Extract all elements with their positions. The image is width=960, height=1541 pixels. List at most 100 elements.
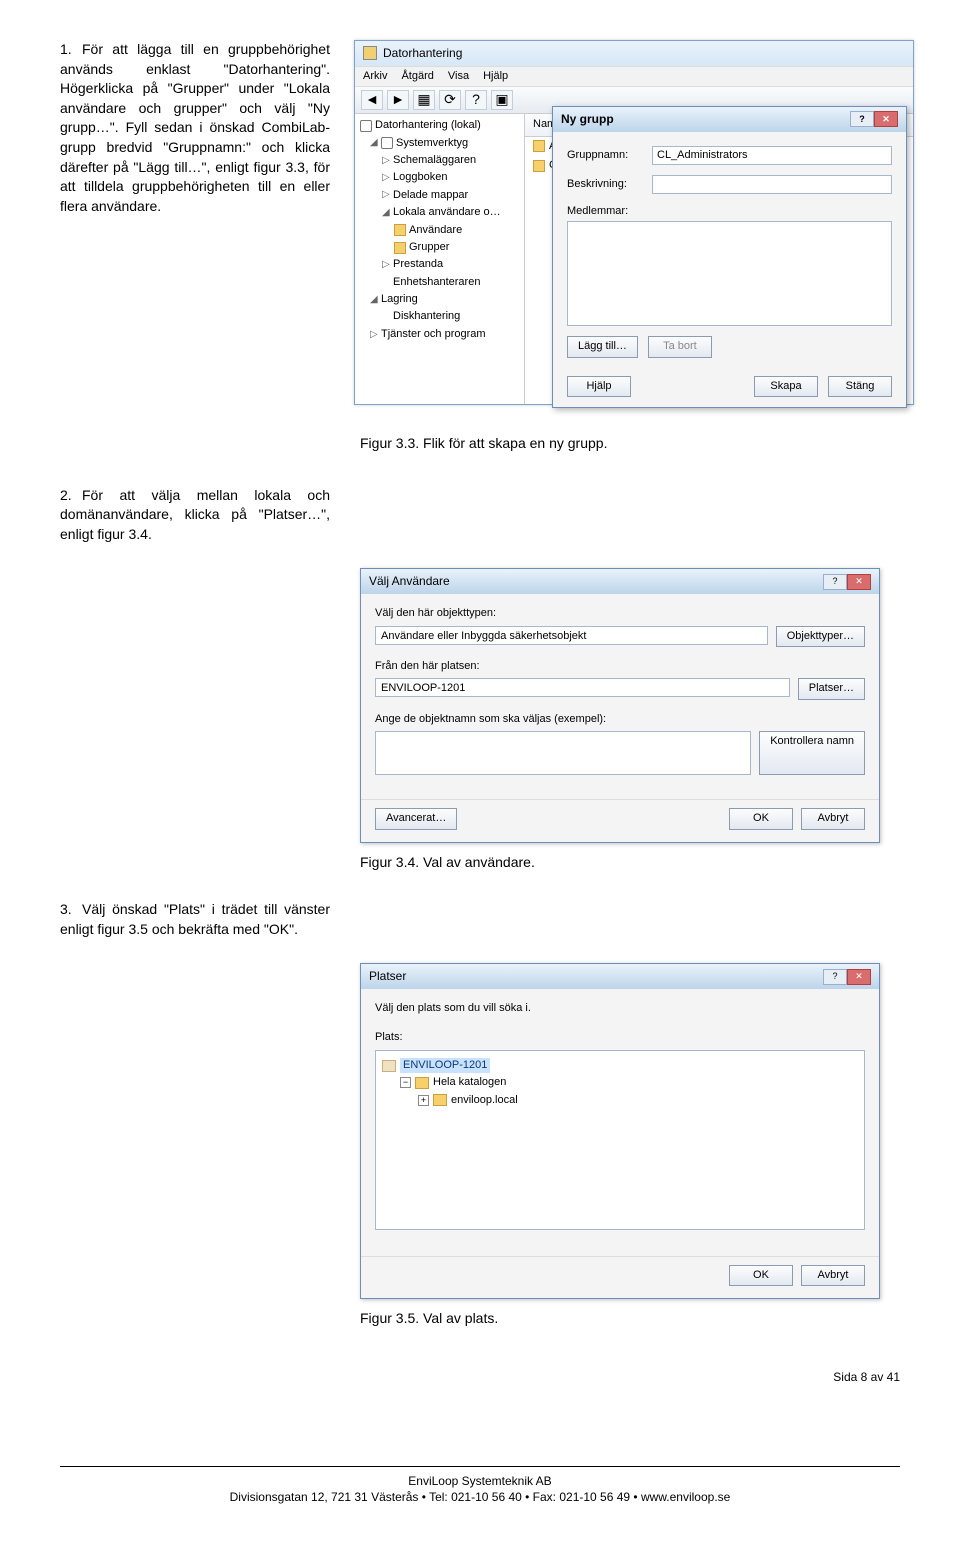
app-icon [363,46,377,60]
expand-icon[interactable]: ◢ [370,293,378,307]
toolbar-back-icon[interactable]: ◄ [361,90,383,110]
ok-button[interactable]: OK [729,1265,793,1286]
from-location-label: Från den här platsen: [375,659,865,674]
menu-bar: Arkiv Åtgärd Visa Hjälp [355,66,913,87]
toolbar-action-icon[interactable]: ▣ [491,90,513,110]
folder-icon [415,1077,429,1089]
figure-3-4-caption: Figur 3.4. Val av användare. [360,853,900,873]
page-number: Sida 8 av 41 [60,1369,900,1386]
dialog-title: Välj Användare [369,573,450,590]
help-button[interactable]: ? [850,111,874,127]
toolbar-fwd-icon[interactable]: ► [387,90,409,110]
step-3-body: Välj önskad "Plats" i trädet till vänste… [60,901,330,937]
step-2-body: För att välja mellan lokala och domänanv… [60,487,330,542]
step-1-body: För att lägga till en gruppbehörighet an… [60,41,330,214]
step-1-num: 1. [60,40,82,60]
close-button[interactable]: Stäng [828,376,892,397]
menu-hjalp[interactable]: Hjälp [483,69,508,84]
help-button[interactable]: ? [823,969,847,985]
tree-prestanda[interactable]: Prestanda [393,257,443,272]
locations-button[interactable]: Platser… [798,678,865,699]
folder-icon [394,242,406,254]
menu-visa[interactable]: Visa [448,69,469,84]
new-group-dialog: Ny grupp ? ✕ Gruppnamn: CL_Administrator… [552,106,907,408]
plats-label: Plats: [375,1030,865,1045]
expand-icon[interactable]: ◢ [382,206,390,220]
close-button[interactable]: ✕ [847,969,871,985]
members-label: Medlemmar: [567,204,892,219]
expand-icon[interactable]: ◢ [370,136,378,150]
object-types-button[interactable]: Objekttyper… [776,626,865,647]
select-users-dialog: Välj Användare ? ✕ Välj den här objektty… [360,568,880,842]
window-titlebar: Datorhantering [355,41,913,66]
check-names-button[interactable]: Kontrollera namn [759,731,865,775]
footer-address: Divisionsgatan 12, 721 31 Västerås • Tel… [60,1489,900,1506]
advanced-button[interactable]: Avancerat… [375,808,457,829]
tree-schemalaggaren[interactable]: Schemaläggaren [393,153,476,168]
page-footer: EnviLoop Systemteknik AB Divisionsgatan … [60,1466,900,1507]
objectnames-label: Ange de objektnamn som ska väljas (exemp… [375,712,865,727]
folder-icon [533,160,545,172]
locations-tree[interactable]: ENVILOOP-1201 − Hela katalogen + enviloop.… [375,1050,865,1230]
expand-icon[interactable]: ▷ [382,188,390,202]
tree-nav[interactable]: Datorhantering (lokal) ◢Systemverktyg ▷S… [355,114,525,404]
menu-arkiv[interactable]: Arkiv [363,69,387,84]
tree-node-3[interactable]: enviloop.local [451,1093,518,1108]
toolbar-folder-icon[interactable]: ▦ [413,90,435,110]
close-button[interactable]: ✕ [847,574,871,590]
expand-icon[interactable]: ▷ [382,154,390,168]
cancel-button[interactable]: Avbryt [801,1265,865,1286]
step-2-num: 2. [60,486,82,506]
tree-anvandare[interactable]: Användare [409,223,462,238]
help-button[interactable]: ? [823,574,847,590]
computer-icon [382,1060,396,1072]
objectnames-textarea[interactable] [375,731,751,775]
from-location-field: ENVILOOP-1201 [375,678,790,697]
ok-button[interactable]: OK [729,808,793,829]
tree-delade[interactable]: Delade mappar [393,188,468,203]
collapse-icon[interactable]: − [400,1077,411,1088]
close-button[interactable]: ✕ [874,111,898,127]
step-2-text: 2.För att välja mellan lokala och domäna… [60,486,330,545]
tree-root[interactable]: Datorhantering (lokal) [375,118,481,133]
tree-node-1[interactable]: ENVILOOP-1201 [400,1058,490,1073]
add-button[interactable]: Lägg till… [567,336,638,357]
description-input[interactable] [652,175,892,194]
tree-icon [381,137,393,149]
expand-icon[interactable]: ▷ [370,328,378,342]
members-listbox[interactable] [567,221,892,326]
help-button[interactable]: Hjälp [567,376,631,397]
tree-disk[interactable]: Diskhantering [393,309,460,324]
cancel-button[interactable]: Avbryt [801,808,865,829]
object-type-label: Välj den här objekttypen: [375,606,865,621]
tree-node-2[interactable]: Hela katalogen [433,1075,506,1090]
tree-lagring[interactable]: Lagring [381,292,418,307]
figure-3-3: Datorhantering Arkiv Åtgärd Visa Hjälp ◄… [354,40,914,410]
tree-lokala[interactable]: Lokala användare o… [393,205,501,220]
window-title: Datorhantering [383,45,462,62]
step-3-num: 3. [60,900,82,920]
locations-dialog: Platser ? ✕ Välj den plats som du vill s… [360,963,880,1299]
tree-systemverktyg[interactable]: Systemverktyg [396,136,468,151]
create-button[interactable]: Skapa [754,376,818,397]
folder-icon [433,1094,447,1106]
expand-icon[interactable] [382,310,390,324]
expand-icon[interactable]: + [418,1095,429,1106]
footer-company: EnviLoop Systemteknik AB [60,1473,900,1490]
toolbar-help-icon[interactable]: ? [465,90,487,110]
tree-root-icon [360,120,372,132]
tree-grupper[interactable]: Grupper [409,240,449,255]
tree-tjanster[interactable]: Tjänster och program [381,327,486,342]
expand-icon[interactable]: ▷ [382,171,390,185]
figure-3-5-caption: Figur 3.5. Val av plats. [360,1309,900,1329]
toolbar-refresh-icon[interactable]: ⟳ [439,90,461,110]
groupname-input[interactable]: CL_Administrators [652,146,892,165]
menu-atgard[interactable]: Åtgärd [401,69,433,84]
groupname-label: Gruppnamn: [567,148,642,163]
expand-icon[interactable] [382,275,390,289]
tree-enhet[interactable]: Enhetshanteraren [393,275,480,290]
dialog-title: Ny grupp [561,111,614,128]
tree-loggboken[interactable]: Loggboken [393,170,447,185]
step-1-text: 1.För att lägga till en gruppbehörighet … [60,40,330,410]
expand-icon[interactable]: ▷ [382,258,390,272]
